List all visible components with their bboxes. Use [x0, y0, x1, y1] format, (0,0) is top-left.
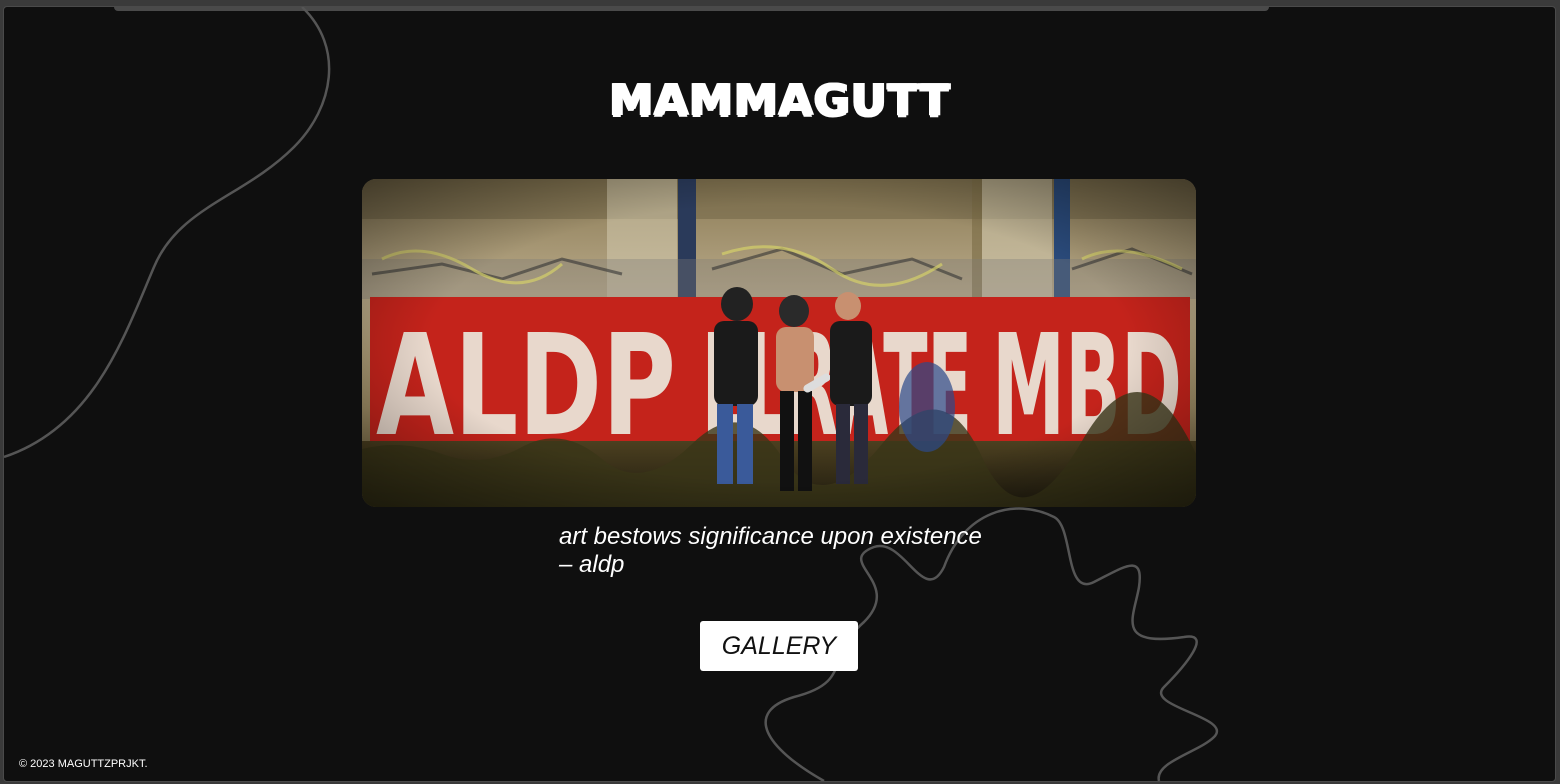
browser-top-bar [114, 7, 1269, 11]
gallery-button[interactable]: GALLERY [700, 621, 858, 671]
site-logo[interactable]: MAMMAGUTT [4, 75, 1555, 126]
footer-copyright: © 2023 MAGUTTZPRJKT. [19, 758, 148, 770]
graffiti-photo: ALDP ELRATE MBD [362, 179, 1196, 507]
page-frame: MAMMAGUTT art bestows significance upon … [3, 6, 1556, 782]
hero-image: ALDP ELRATE MBD [362, 179, 1196, 507]
quote-text: art bestows significance upon existence [559, 523, 982, 550]
quote-author: – aldp [559, 551, 625, 578]
quote-block: art bestows significance upon existence … [559, 523, 982, 579]
